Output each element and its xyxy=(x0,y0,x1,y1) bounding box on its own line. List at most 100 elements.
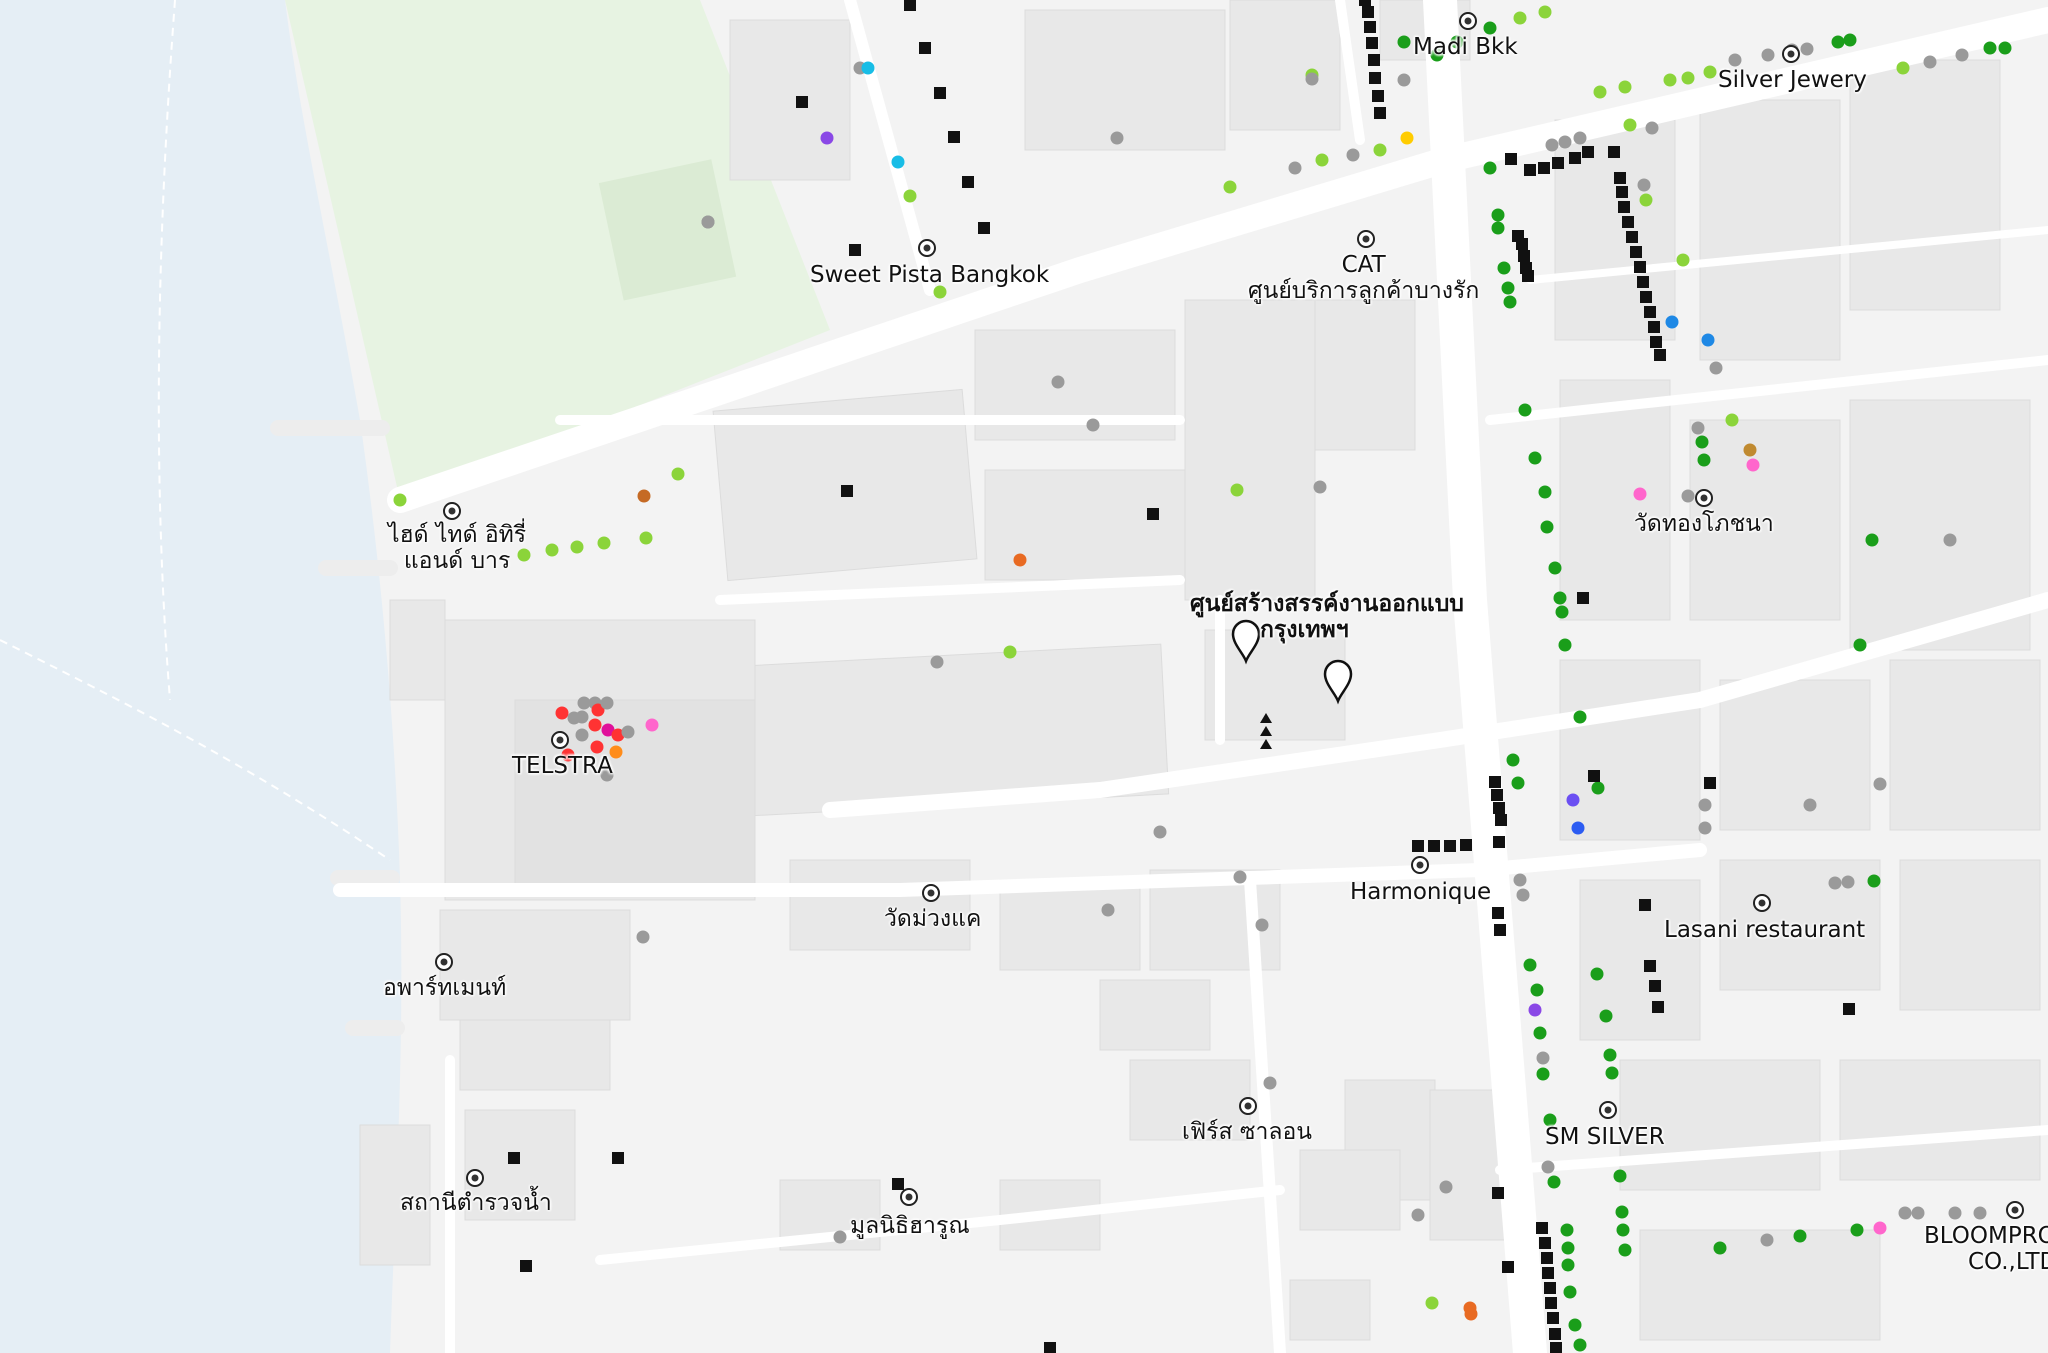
poi-square-marker[interactable] xyxy=(1549,1328,1561,1340)
label-lasani-restaurant[interactable]: Lasani restaurant xyxy=(1664,917,1865,943)
poi-square-marker[interactable] xyxy=(1545,1297,1557,1309)
poi-square-marker[interactable] xyxy=(1644,960,1656,972)
poi-dot[interactable] xyxy=(1998,41,2012,55)
poi-dot[interactable] xyxy=(600,696,614,710)
poi-dot[interactable] xyxy=(1841,875,1855,889)
poi-dot[interactable] xyxy=(1828,876,1842,890)
poi-dot[interactable] xyxy=(1397,35,1411,49)
poi-dot[interactable] xyxy=(1898,1206,1912,1220)
poi-square-marker[interactable] xyxy=(1640,291,1652,303)
poi-dot[interactable] xyxy=(1800,42,1814,56)
poi-square-marker[interactable] xyxy=(1516,238,1528,250)
poi-dot[interactable] xyxy=(930,655,944,669)
poi-dot[interactable] xyxy=(1573,131,1587,145)
poi-square-marker[interactable] xyxy=(1634,261,1646,273)
poi-square-marker[interactable] xyxy=(1492,1187,1504,1199)
poi-ring-center[interactable] xyxy=(1244,1102,1252,1110)
poi-square-marker[interactable] xyxy=(1444,840,1456,852)
poi-ring-center[interactable] xyxy=(905,1193,913,1201)
poi-dot[interactable] xyxy=(1873,1221,1887,1235)
poi-square-marker[interactable] xyxy=(962,176,974,188)
poi-dot[interactable] xyxy=(545,543,559,557)
poi-dot[interactable] xyxy=(588,718,602,732)
poi-dot[interactable] xyxy=(1548,561,1562,575)
poi-square-marker[interactable] xyxy=(849,244,861,256)
poi-dot[interactable] xyxy=(555,706,569,720)
poi-square-marker[interactable] xyxy=(508,1152,520,1164)
poi-dot[interactable] xyxy=(1497,261,1511,275)
poi-dot[interactable] xyxy=(1637,178,1651,192)
poi-dot[interactable] xyxy=(1560,1223,1574,1237)
triangle-marker-icon[interactable] xyxy=(1260,713,1272,723)
poi-dot[interactable] xyxy=(1725,413,1739,427)
poi-square-marker[interactable] xyxy=(1637,276,1649,288)
poi-dot[interactable] xyxy=(1691,421,1705,435)
poi-dot[interactable] xyxy=(590,740,604,754)
poi-square-marker[interactable] xyxy=(1639,899,1651,911)
poi-square-marker[interactable] xyxy=(1492,907,1504,919)
poi-square-marker[interactable] xyxy=(1552,157,1564,169)
poi-dot[interactable] xyxy=(1110,131,1124,145)
poi-dot[interactable] xyxy=(1518,403,1532,417)
poi-dot[interactable] xyxy=(1676,253,1690,267)
poi-dot[interactable] xyxy=(820,131,834,145)
poi-ring-center[interactable] xyxy=(1700,494,1708,502)
poi-square-marker[interactable] xyxy=(1550,1342,1562,1353)
poi-dot[interactable] xyxy=(1843,33,1857,47)
poi-dot[interactable] xyxy=(1547,1175,1561,1189)
poi-square-marker[interactable] xyxy=(1538,162,1550,174)
poi-square-marker[interactable] xyxy=(1372,90,1384,102)
poi-square-marker[interactable] xyxy=(520,1260,532,1272)
poi-dot[interactable] xyxy=(567,711,581,725)
poi-square-marker[interactable] xyxy=(892,1178,904,1190)
poi-dot[interactable] xyxy=(1603,1048,1617,1062)
poi-square-marker[interactable] xyxy=(1147,508,1159,520)
poi-square-marker[interactable] xyxy=(1542,1267,1554,1279)
poi-ring-center[interactable] xyxy=(2011,1206,2019,1214)
poi-dot[interactable] xyxy=(1713,1241,1727,1255)
poi-square-marker[interactable] xyxy=(1630,246,1642,258)
poi-dot[interactable] xyxy=(1523,958,1537,972)
poi-dot[interactable] xyxy=(1051,375,1065,389)
poi-dot[interactable] xyxy=(833,1230,847,1244)
poi-square-marker[interactable] xyxy=(1616,186,1628,198)
poi-dot[interactable] xyxy=(1923,55,1937,69)
poi-square-marker[interactable] xyxy=(1364,21,1376,33)
poi-dot[interactable] xyxy=(1955,48,1969,62)
poi-dot[interactable] xyxy=(621,725,635,739)
poi-square-marker[interactable] xyxy=(1648,321,1660,333)
poi-dot[interactable] xyxy=(1793,1229,1807,1243)
poi-dot[interactable] xyxy=(1558,638,1572,652)
poi-dot[interactable] xyxy=(1911,1206,1925,1220)
poi-square-marker[interactable] xyxy=(1704,777,1716,789)
poi-square-marker[interactable] xyxy=(1644,306,1656,318)
poi-dot[interactable] xyxy=(645,718,659,732)
poi-ring-center[interactable] xyxy=(927,889,935,897)
poi-square-marker[interactable] xyxy=(1368,54,1380,66)
poi-dot[interactable] xyxy=(1623,118,1637,132)
poi-dot[interactable] xyxy=(1346,148,1360,162)
poi-square-marker[interactable] xyxy=(1582,146,1594,158)
poi-dot[interactable] xyxy=(1943,533,1957,547)
poi-dot[interactable] xyxy=(1613,1169,1627,1183)
poi-square-marker[interactable] xyxy=(1622,216,1634,228)
location-pin-icon[interactable] xyxy=(1323,659,1353,705)
poi-dot[interactable] xyxy=(1561,1241,1575,1255)
poi-square-marker[interactable] xyxy=(1654,349,1666,361)
poi-dot[interactable] xyxy=(1599,1009,1613,1023)
poi-square-marker[interactable] xyxy=(1577,592,1589,604)
poi-dot[interactable] xyxy=(1511,776,1525,790)
poi-dot[interactable] xyxy=(1425,1296,1439,1310)
label-bloompro[interactable]: BLOOMPRO CO.,LTD xyxy=(1924,1223,2048,1275)
poi-dot[interactable] xyxy=(1553,591,1567,605)
poi-dot[interactable] xyxy=(1153,825,1167,839)
poi-dot[interactable] xyxy=(1538,5,1552,19)
poi-dot[interactable] xyxy=(1703,65,1717,79)
poi-dot[interactable] xyxy=(891,155,905,169)
poi-ring-center[interactable] xyxy=(471,1174,479,1182)
label-apartment[interactable]: อพาร์ทเมนท์ xyxy=(383,975,506,1001)
poi-square-marker[interactable] xyxy=(1539,1237,1551,1249)
poi-dot[interactable] xyxy=(1709,361,1723,375)
poi-dot[interactable] xyxy=(1530,983,1544,997)
poi-square-marker[interactable] xyxy=(1626,231,1638,243)
